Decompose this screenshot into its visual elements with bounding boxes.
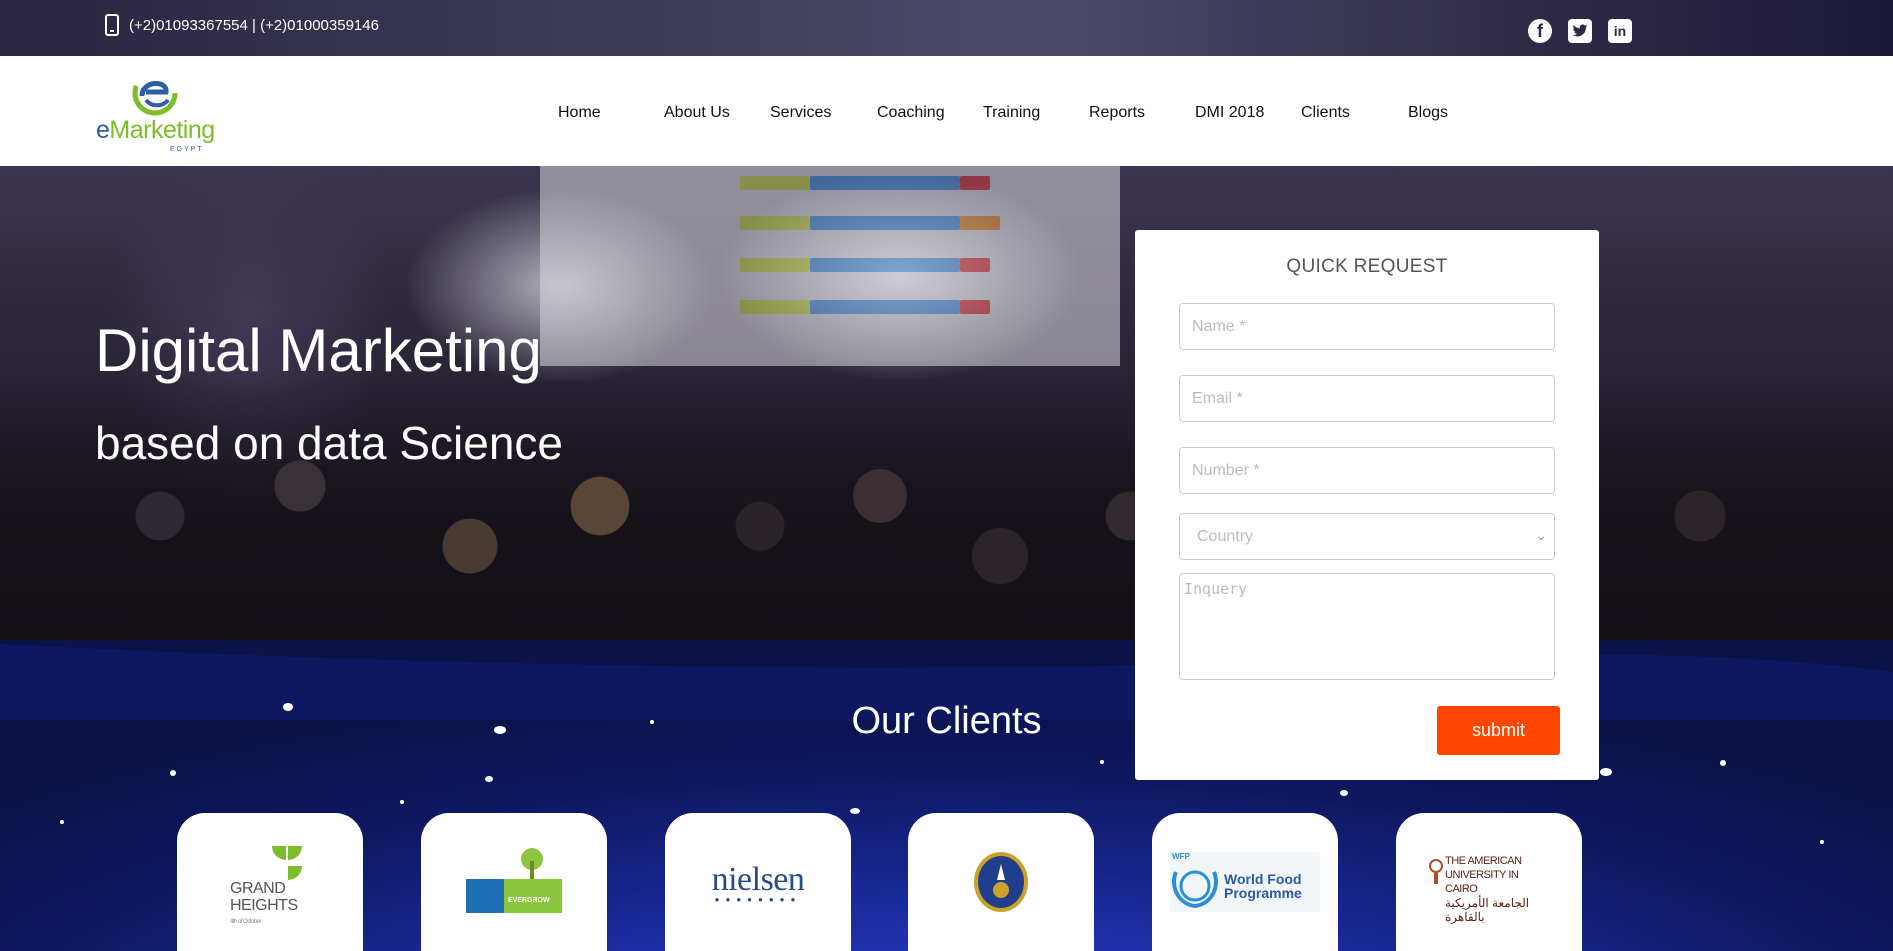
email-input[interactable] [1179,375,1555,422]
linkedin-icon[interactable]: in [1608,19,1632,43]
wfp-emblem-icon [1172,870,1218,909]
nav-services[interactable]: Services [770,104,831,122]
nav-about-us[interactable]: About Us [664,104,730,122]
inquiry-textarea[interactable] [1179,573,1555,680]
tree-icon [521,848,543,879]
name-input[interactable] [1179,303,1555,350]
logo-swirl-icon [132,70,178,116]
client-logo-grand-heights[interactable]: GRAND HEIGHTS 4th of October [177,813,363,951]
number-input[interactable] [1179,447,1555,494]
quick-request-heading: QUICK REQUEST [1286,256,1448,277]
facebook-icon[interactable]: f [1528,19,1552,43]
chevron-down-icon: ⌄ [1535,526,1547,543]
leaf-icon [272,846,302,880]
logo-wordmark: eMarketing [96,116,215,144]
quick-request-form: QUICK REQUEST Country ⌄ submit [1135,230,1599,780]
auc-torch-icon [1429,859,1443,884]
nav-reports[interactable]: Reports [1089,104,1145,122]
presentation-screen-image [540,166,1120,366]
nav-home[interactable]: Home [558,104,601,122]
mobile-phone-icon [105,14,119,36]
contact-phone: (+2)01093367554 | (+2)01000359146 [105,14,379,36]
country-select[interactable]: Country ⌄ [1179,513,1555,560]
nav-blogs[interactable]: Blogs [1408,104,1448,122]
nav-coaching[interactable]: Coaching [877,104,945,122]
client-logo-emblem[interactable] [908,813,1094,951]
client-logo-wfp[interactable]: WFP World Food Programme [1152,813,1338,951]
twitter-icon[interactable] [1568,19,1592,43]
site-header: eMarketing EGYPT Home About Us Services … [0,56,1893,166]
client-logo-evergrow[interactable]: EVERGROW [421,813,607,951]
logo-subtitle: EGYPT [170,146,204,153]
emarketing-egypt-logo[interactable]: eMarketing EGYPT [96,68,226,154]
clients-heading: Our Clients [851,700,1042,742]
nav-clients[interactable]: Clients [1301,104,1350,122]
client-logo-nielsen[interactable]: nielsen ●●●●●●●● [665,813,851,951]
country-select-value: Country [1197,527,1254,545]
submit-button[interactable]: submit [1437,706,1560,755]
phone-numbers: (+2)01093367554 | (+2)01000359146 [129,16,379,34]
nav-training[interactable]: Training [983,104,1040,122]
client-logo-auc[interactable]: THE AMERICAN UNIVERSITY IN CAIRO الجامعة… [1396,813,1582,951]
hero-subtitle: based on data Science [95,417,564,469]
nav-dmi-2018[interactable]: DMI 2018 [1195,104,1264,122]
emblem-badge-icon [974,852,1028,912]
hero-title: Digital Marketing [95,317,542,384]
top-bar: (+2)01093367554 | (+2)01000359146 f in [0,0,1893,56]
